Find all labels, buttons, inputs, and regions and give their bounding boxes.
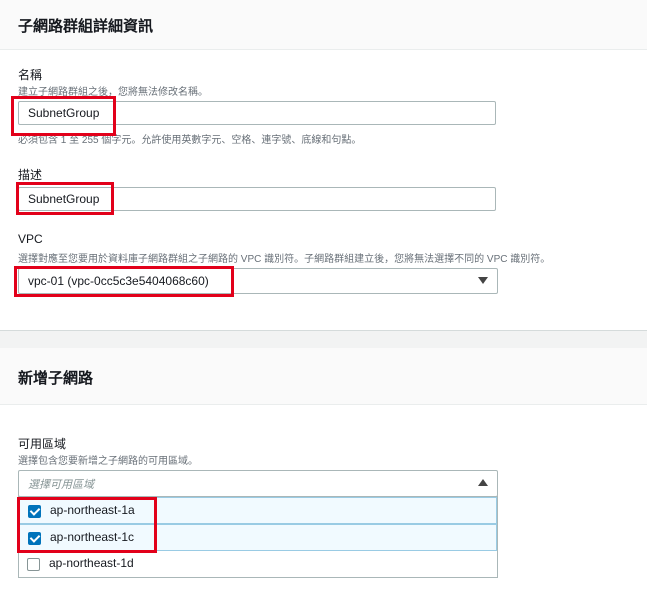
chevron-down-icon xyxy=(478,277,488,284)
az-options-highlight xyxy=(17,497,157,553)
az-label: 可用區域 xyxy=(18,437,67,451)
details-panel-title: 子網路群組詳細資訊 xyxy=(18,18,154,35)
chevron-up-icon xyxy=(478,479,488,486)
az-option-label: ap-northeast-1d xyxy=(49,556,134,570)
checkbox-unchecked-icon[interactable] xyxy=(27,558,40,571)
vpc-description: 選擇對應至您要用於資料庫子網路群組之子網路的 VPC 識別符。子網路群組建立後，… xyxy=(18,254,551,265)
subnets-panel-header: 新增子網路 xyxy=(0,348,647,405)
description-label: 描述 xyxy=(18,168,43,182)
name-highlight xyxy=(11,96,116,136)
vpc-highlight xyxy=(14,266,234,297)
details-panel-header: 子網路群組詳細資訊 xyxy=(0,0,647,50)
subnets-panel-title: 新增子網路 xyxy=(18,370,94,387)
az-select-placeholder: 選擇可用區域 xyxy=(28,479,94,491)
vpc-label: VPC xyxy=(18,232,43,246)
description-highlight xyxy=(16,182,114,215)
panel-separator xyxy=(0,330,647,349)
az-option-1d[interactable]: ap-northeast-1d xyxy=(19,551,497,578)
az-select[interactable]: 選擇可用區域 xyxy=(18,470,498,497)
details-panel: 子網路群組詳細資訊 名稱 建立子網路群組之後，您將無法修改名稱。 SubnetG… xyxy=(0,0,647,330)
az-description: 選擇包含您要新增之子網路的可用區域。 xyxy=(18,456,198,467)
name-label: 名稱 xyxy=(18,68,43,82)
